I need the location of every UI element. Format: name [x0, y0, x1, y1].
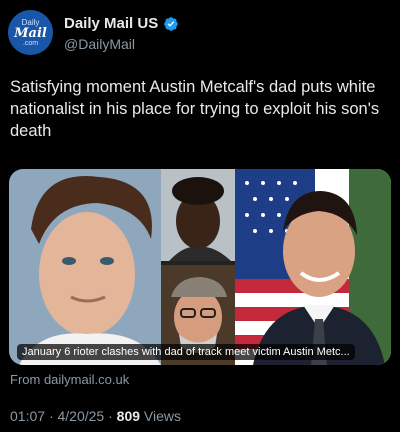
card-image	[9, 169, 391, 365]
post-header: Daily Mail .com Daily Mail US @DailyMail	[8, 10, 392, 56]
avatar[interactable]: Daily Mail .com	[8, 10, 53, 55]
name-row: Daily Mail US	[64, 15, 179, 32]
post-date[interactable]: 4/20/25	[58, 408, 105, 424]
avatar-text-bottom: .com	[22, 39, 39, 47]
separator-dot: ·	[48, 408, 58, 424]
account-name[interactable]: Daily Mail US	[64, 15, 158, 32]
card-source-link[interactable]: From dailymail.co.uk	[10, 372, 129, 387]
views-count: 809	[116, 408, 141, 424]
card-caption: January 6 rioter clashes with dad of tra…	[17, 344, 355, 360]
post-meta: 01:07 · 4/20/25 · 809 Views	[10, 408, 181, 424]
post-time[interactable]: 01:07	[10, 408, 45, 424]
account-handle[interactable]: @DailyMail	[64, 36, 135, 52]
separator-dot: ·	[108, 408, 117, 424]
link-card[interactable]: January 6 rioter clashes with dad of tra…	[9, 169, 391, 365]
views-label: Views	[143, 408, 182, 424]
post-text: Satisfying moment Austin Metcalf's dad p…	[10, 78, 380, 140]
avatar-text-logo: Mail	[14, 25, 47, 41]
left-face	[39, 212, 135, 336]
mid-top-hair	[172, 177, 224, 205]
verified-badge-icon	[164, 16, 179, 31]
